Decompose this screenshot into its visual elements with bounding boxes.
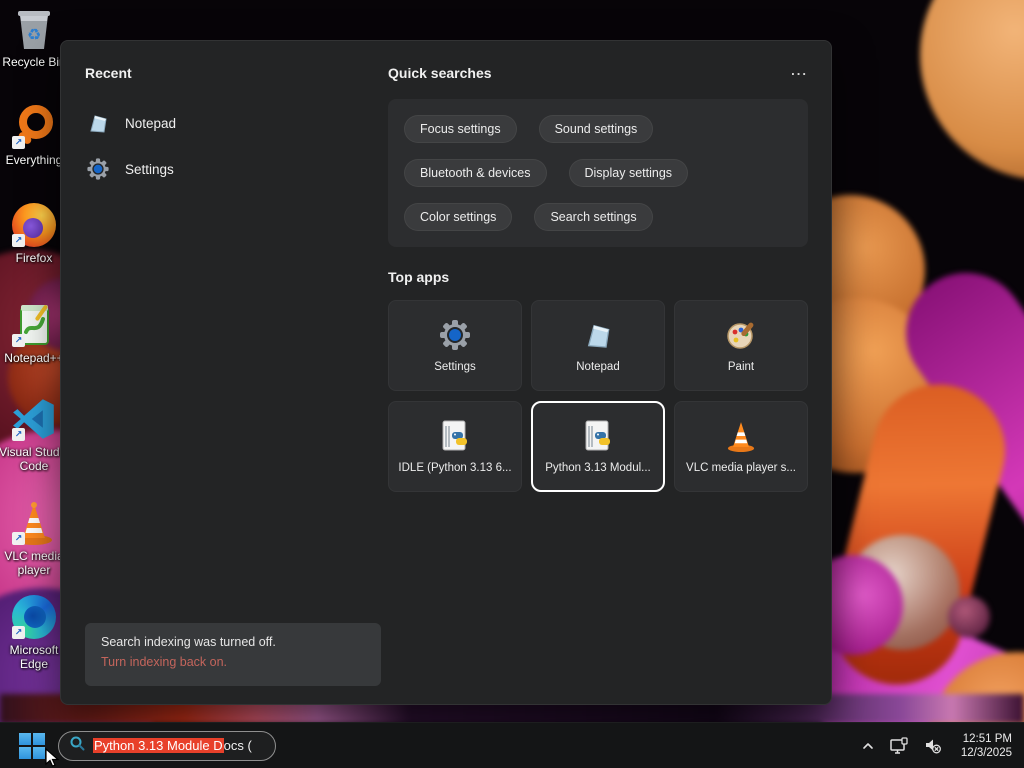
- start-button[interactable]: [12, 726, 52, 766]
- top-app-tile-paint[interactable]: Paint: [674, 300, 808, 391]
- turn-indexing-on-link[interactable]: Turn indexing back on.: [101, 655, 365, 669]
- tile-label: Settings: [434, 361, 476, 373]
- shortcut-arrow-icon: ↗: [12, 136, 25, 149]
- search-icon: [69, 735, 85, 756]
- clock-time: 12:51 PM: [962, 733, 1012, 745]
- system-tray: 12:51 PM 12/3/2025: [859, 723, 1012, 768]
- quick-search-pill-search-settings[interactable]: Search settings: [534, 203, 653, 231]
- quick-searches-box: Focus settings Sound settings Bluetooth …: [388, 99, 808, 247]
- tile-label: Paint: [727, 361, 755, 373]
- clock-date: 12/3/2025: [960, 747, 1012, 759]
- notification-message: Search indexing was turned off.: [101, 635, 276, 649]
- windows-logo-icon: [19, 732, 45, 759]
- shortcut-arrow-icon: ↗: [12, 234, 25, 247]
- volume-muted-icon[interactable]: [921, 734, 945, 758]
- screen: ♻ Recycle Bin ↗ Everything ↗ Firefox ↗ N…: [0, 0, 1024, 768]
- vlc-icon: ↗: [11, 500, 57, 546]
- tray-chevron-up-icon[interactable]: [859, 737, 877, 755]
- gear-icon: [85, 156, 111, 182]
- clock[interactable]: 12:51 PM 12/3/2025: [961, 732, 1012, 760]
- recent-item-label: Notepad: [125, 115, 177, 131]
- quick-searches-title: Quick searches: [388, 65, 492, 81]
- tile-label: IDLE (Python 3.13 6...: [398, 462, 512, 474]
- quick-search-pill-color-settings[interactable]: Color settings: [404, 203, 513, 231]
- recent-item-notepad[interactable]: Notepad: [85, 105, 365, 141]
- quick-search-pill-sound-settings[interactable]: Sound settings: [538, 115, 654, 143]
- taskbar: Python 3.13 Module Docs (12:51 PM 12/3/…: [0, 722, 1024, 768]
- recycle-bin-icon: ♻: [11, 6, 57, 52]
- notepad-icon: [85, 110, 111, 136]
- taskbar-search-input[interactable]: Python 3.13 Module Docs (: [58, 730, 276, 761]
- gear-icon: [438, 318, 472, 352]
- paint-palette-icon: [724, 318, 758, 352]
- quick-search-pill-display-settings[interactable]: Display settings: [568, 159, 689, 187]
- everything-icon: ↗: [11, 104, 57, 150]
- notepad-plus-plus-icon: ↗: [11, 302, 57, 348]
- search-flyout-panel: Recent Notepad Settings Quick searches .…: [60, 40, 832, 705]
- svg-text:♻: ♻: [27, 27, 41, 44]
- recent-section-title: Recent: [85, 65, 132, 81]
- python-document-icon: [581, 419, 615, 453]
- edge-icon: ↗: [11, 594, 57, 640]
- unselected-text: ocs (: [223, 738, 252, 753]
- more-options-button[interactable]: ...: [791, 63, 808, 78]
- recent-item-label: Settings: [125, 161, 174, 177]
- vlc-cone-icon: [724, 419, 758, 453]
- top-app-tile-notepad[interactable]: Notepad: [531, 300, 665, 391]
- quick-search-pill-focus-settings[interactable]: Focus settings: [404, 115, 517, 143]
- shortcut-arrow-icon: ↗: [12, 334, 25, 347]
- top-app-tile-idle-python[interactable]: IDLE (Python 3.13 6...: [388, 401, 522, 492]
- shortcut-arrow-icon: ↗: [12, 428, 25, 441]
- top-app-tile-vlc[interactable]: VLC media player s...: [674, 401, 808, 492]
- top-app-tile-python-module-docs[interactable]: Python 3.13 Modul...: [531, 401, 665, 492]
- indexing-notification: Search indexing was turned off. Turn ind…: [85, 623, 381, 686]
- selected-text: Python 3.13 Module D: [93, 738, 224, 753]
- tile-label: Notepad: [576, 361, 620, 373]
- vscode-icon: ↗: [11, 396, 57, 442]
- quick-search-pill-bluetooth-devices[interactable]: Bluetooth & devices: [404, 159, 547, 187]
- top-apps-title: Top apps: [388, 269, 450, 285]
- recent-item-settings[interactable]: Settings: [85, 151, 365, 187]
- firefox-icon: ↗: [11, 202, 57, 248]
- shortcut-arrow-icon: ↗: [12, 532, 25, 545]
- notepad-icon: [581, 318, 615, 352]
- tile-label: VLC media player s...: [686, 462, 796, 474]
- tile-label: Python 3.13 Modul...: [545, 462, 651, 474]
- quick-searches-header: Quick searches ...: [388, 63, 808, 82]
- top-app-tile-settings[interactable]: Settings: [388, 300, 522, 391]
- shortcut-arrow-icon: ↗: [12, 626, 25, 639]
- python-document-icon: [438, 419, 472, 453]
- network-icon[interactable]: [887, 734, 911, 758]
- search-query-text: Python 3.13 Module Docs (: [93, 738, 252, 753]
- top-apps-grid: Settings Notepad Paint IDLE (Python 3.13…: [388, 300, 808, 492]
